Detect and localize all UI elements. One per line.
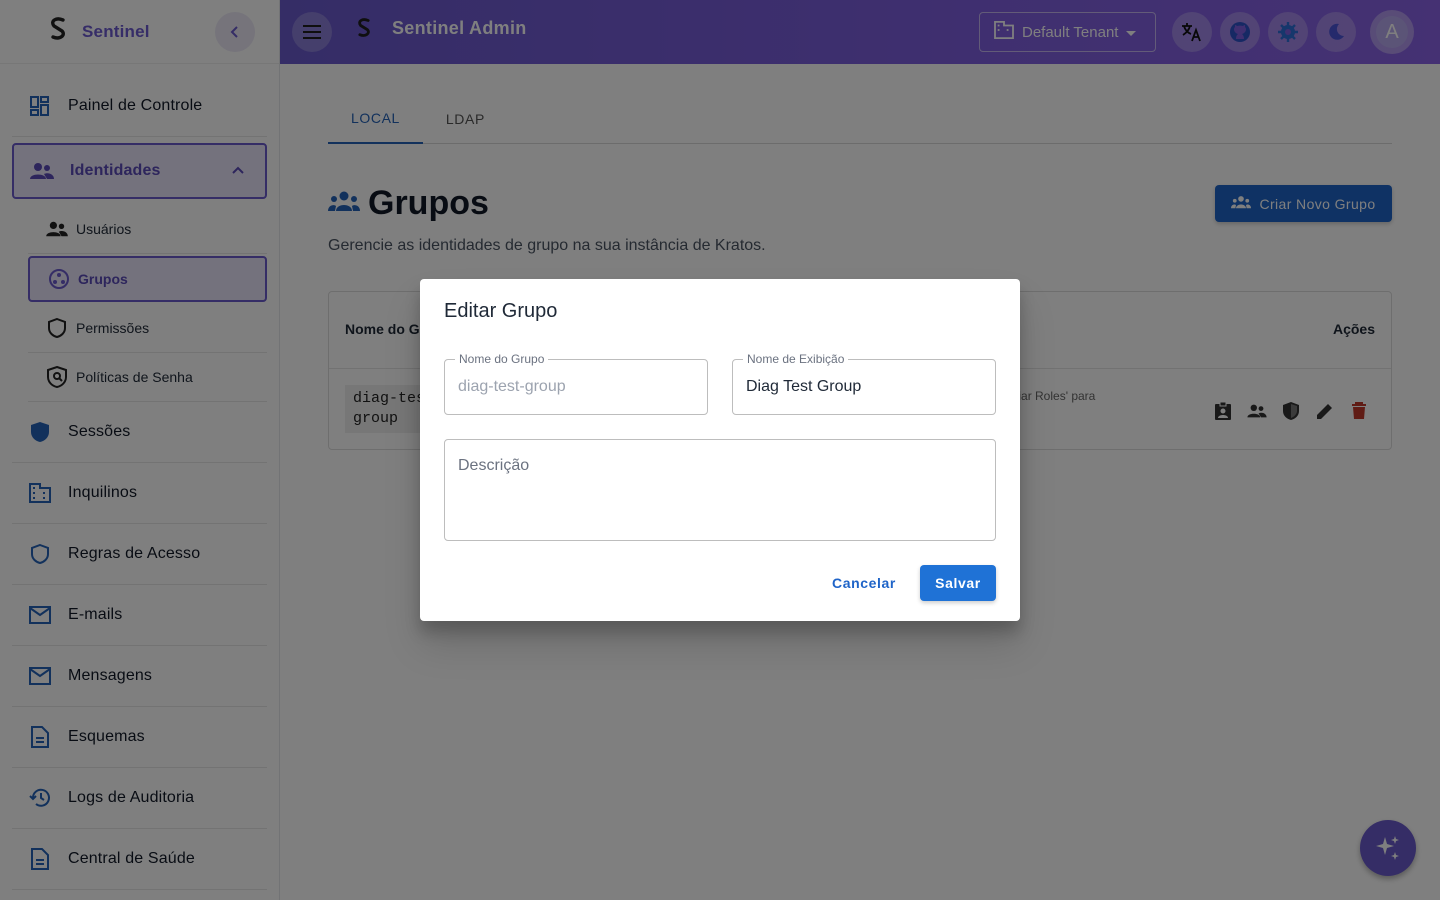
description-field xyxy=(444,439,996,541)
display-name-label: Nome de Exibição xyxy=(743,352,849,366)
display-name-field: Nome de Exibição xyxy=(732,352,996,415)
group-name-label: Nome do Grupo xyxy=(455,352,549,366)
edit-group-dialog: Editar Grupo Nome do Grupo Nome de Exibi… xyxy=(420,279,1020,621)
cancel-button[interactable]: Cancelar xyxy=(821,565,907,601)
group-name-field: Nome do Grupo xyxy=(444,352,708,415)
description-input[interactable] xyxy=(458,457,978,527)
save-button[interactable]: Salvar xyxy=(920,565,996,601)
dialog-title: Editar Grupo xyxy=(444,300,558,322)
group-name-input[interactable] xyxy=(458,378,694,396)
display-name-input[interactable] xyxy=(746,378,982,396)
